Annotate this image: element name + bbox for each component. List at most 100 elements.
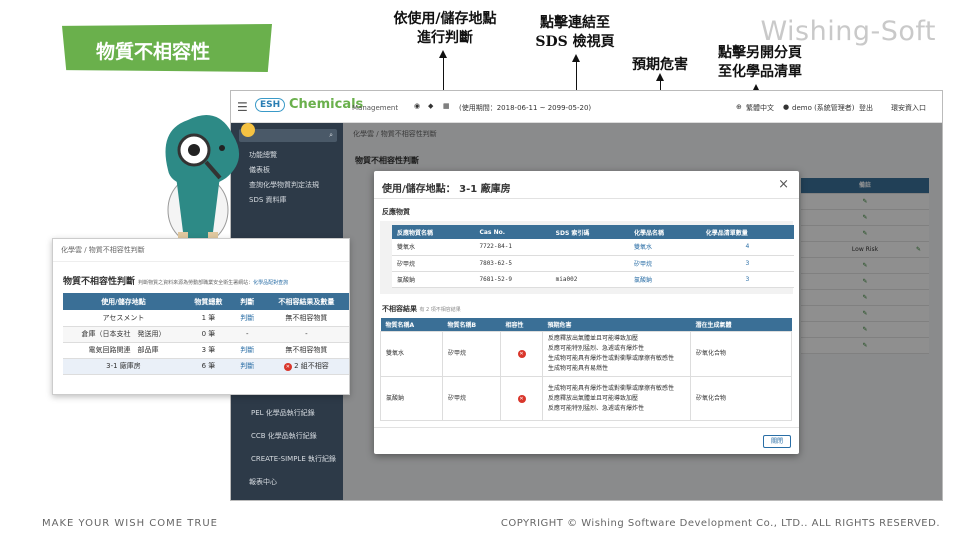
incompatible-icon: ✕ — [517, 394, 526, 403]
reactant-name: 雙氧水 — [392, 239, 475, 256]
logout-link[interactable]: 登出 — [859, 103, 873, 113]
bell-icon[interactable]: ◆ — [428, 102, 433, 110]
substance-a: 氯酸鈉 — [380, 376, 443, 421]
column-header: 使用/儲存地點 — [63, 293, 184, 310]
portal-link[interactable]: 環安資入口 — [891, 103, 926, 113]
inset-breadcrumb: 化學雲 / 物質不相容性判斷 — [53, 239, 349, 262]
potential-gas: 矽氧化合物 — [690, 331, 792, 377]
inset-table: 使用/儲存地點 物質總數 判斷 不相容結果及數量 アセスメント 1 筆 判斷 無… — [63, 293, 349, 375]
location-icon[interactable]: ◉ — [414, 102, 420, 110]
table-row: 雙氧水 7722-84-1 雙氧水 4 — [392, 239, 794, 256]
result-text: 無不相容物質 — [261, 310, 349, 327]
table-row: 雙氧水 矽甲烷 ✕ 反應釋放出氣體並且可能導致加壓 反應可能特別猛烈、急遽或有爆… — [380, 331, 792, 377]
globe-icon[interactable]: ⊕ — [736, 103, 742, 111]
location-name: アセスメント — [63, 310, 184, 327]
column-header: 化學品清單數量 — [700, 225, 794, 239]
sidebar-item[interactable]: CCB 化學品執行紀錄 — [231, 429, 343, 444]
close-button[interactable]: 關閉 — [763, 435, 791, 448]
table-row: 3-1 廠庫房 6 筆 判斷 ✕ 2 組不相容 — [63, 358, 349, 375]
period-text: (使用期間：2018-06-11 ~ 2099-05-20) — [459, 104, 592, 112]
arrow-head — [656, 73, 664, 81]
judge-link[interactable]: 判斷 — [232, 358, 262, 375]
column-header: 反應物質名稱 — [392, 225, 475, 239]
substance-b: 矽甲烷 — [442, 331, 501, 377]
result-text: 2 組不相容 — [294, 362, 329, 370]
sidebar-item[interactable]: PEL 化學品執行紀錄 — [231, 406, 343, 421]
incompatible-icon: ✕ — [517, 350, 526, 358]
judge-link[interactable]: 判斷 — [232, 342, 262, 359]
reactant-name: 矽甲烷 — [392, 255, 475, 272]
column-header: 化學品名稱 — [629, 225, 701, 239]
arrow-head — [439, 50, 447, 58]
reactant-table: 反應物質名稱 Cas No. SDS 索引碼 化學品名稱 化學品清單數量 雙氧水… — [392, 225, 794, 288]
source-link[interactable]: 化學品配對查詢 — [253, 280, 288, 286]
incompat-count-note: 有 2 項不相容結果 — [419, 306, 461, 313]
judge-cell: - — [232, 326, 262, 343]
location-name: 電気回路関連 部品庫 — [63, 342, 184, 359]
sds-link[interactable]: 矽甲烷 — [629, 255, 701, 272]
sidebar-item[interactable]: CREATE-SIMPLE 執行紀錄 — [231, 452, 343, 467]
substance-count: 1 筆 — [183, 310, 233, 327]
reactant-section-title: 反應物質 — [382, 208, 410, 216]
table-row: 氯酸鈉 矽甲烷 ✕ 生成物可能具有爆炸性或對衝擊或摩擦有敏感性 反應釋放出氣體並… — [380, 376, 792, 421]
user-icon: ● — [783, 103, 790, 111]
arrow-head — [572, 54, 580, 62]
table-row: 倉庫（日本支社 発送用） 0 筆 - - — [63, 326, 349, 343]
calendar-icon[interactable]: ▦ — [443, 102, 450, 110]
location-name: 倉庫（日本支社 発送用） — [63, 326, 184, 343]
footer-tagline: MAKE YOUR WISH COME TRUE — [42, 518, 218, 529]
cas-number: 7681-52-9 — [474, 271, 551, 288]
expected-hazard: 反應釋放出氣體並且可能導致加壓 反應可能特別猛烈、急遽或有爆炸性 生成物可能具有… — [542, 331, 691, 377]
footer-copyright: COPYRIGHT © Wishing Software Development… — [500, 518, 940, 529]
slide-title: 物質不相容性 — [62, 24, 272, 72]
substance-a: 雙氧水 — [380, 331, 443, 377]
location-modal: 使用/儲存地點： 3-1 廠庫房 × 反應物質 反應物質名稱 Cas No. S… — [374, 171, 799, 454]
table-row: 氯酸鈉 7681-52-9 mia002 氯酸鈉 3 — [392, 271, 794, 288]
result-text: 無不相容物質 — [261, 342, 349, 359]
substance-b: 矽甲烷 — [442, 376, 501, 421]
expected-hazard: 生成物可能具有爆炸性或對衝擊或摩擦有敏感性 反應釋放出氣體並且可能導致加壓 反應… — [542, 376, 691, 421]
search-icon[interactable]: ⌕ — [329, 131, 333, 140]
language-select[interactable]: 繁體中文 — [746, 103, 774, 113]
chemical-list-link[interactable]: 4 — [700, 239, 794, 256]
substance-count: 6 筆 — [183, 358, 233, 375]
sds-link[interactable]: 氯酸鈉 — [629, 271, 701, 288]
column-header: 潛在生成氣體 — [690, 317, 792, 332]
judge-link[interactable]: 判斷 — [232, 310, 262, 327]
column-header: 物質總數 — [183, 293, 233, 310]
sds-index — [550, 255, 630, 272]
column-header: SDS 索引碼 — [550, 225, 630, 239]
chemical-list-link[interactable]: 3 — [700, 271, 794, 288]
top-bar: ☰ ESH Chemicals Management ◉ ◆ ▦ (使用期間：2… — [231, 91, 942, 123]
modal-divider — [374, 427, 799, 428]
table-row: アセスメント 1 筆 判斷 無不相容物質 — [63, 310, 349, 327]
column-header: 物質名稱A — [380, 317, 443, 332]
cas-number: 7803-62-5 — [474, 255, 551, 272]
chemical-list-link[interactable]: 3 — [700, 255, 794, 272]
inset-source: 判斷物質之資料來源為勞動部職業安全衛生署網站：化學品配對查詢 — [138, 280, 289, 286]
potential-gas: 矽氧化合物 — [690, 376, 792, 421]
reactant-name: 氯酸鈉 — [392, 271, 475, 288]
location-name: 3-1 廠庫房 — [63, 358, 184, 375]
incompat-section-title: 不相容結果 有 2 項不相容結果 — [382, 304, 461, 313]
column-header: Cas No. — [474, 225, 551, 239]
result-text: - — [261, 326, 349, 343]
callout-sds: 點擊連結至 SDS 檢視頁 — [535, 15, 615, 50]
result-cell[interactable]: ✕ 2 組不相容 — [261, 358, 349, 375]
column-header: 判斷 — [232, 293, 262, 310]
sds-index: mia002 — [550, 271, 630, 288]
sidebar-item[interactable]: 報表中心 — [231, 475, 343, 490]
sds-link[interactable]: 雙氧水 — [629, 239, 701, 256]
column-header: 物質名稱B — [442, 317, 501, 332]
substance-count: 0 筆 — [183, 326, 233, 343]
zoom-inset: 化學雲 / 物質不相容性判斷 物質不相容性判斷 判斷物質之資料來源為勞動部職業安… — [52, 238, 350, 395]
inset-heading: 物質不相容性判斷 判斷物質之資料來源為勞動部職業安全衛生署網站：化學品配對查詢 — [63, 277, 289, 287]
incompat-table: 物質名稱A 物質名稱B 相容性 預期危害 潛在生成氣體 雙氧水 矽甲烷 ✕ 反應… — [380, 317, 792, 421]
close-icon[interactable]: × — [778, 177, 789, 192]
modal-header: 使用/儲存地點： 3-1 廠庫房 × — [374, 171, 799, 199]
user-menu[interactable]: demo (系統管理者) — [792, 103, 855, 113]
incompatible-icon: ✕ — [283, 363, 292, 371]
table-row: 矽甲烷 7803-62-5 矽甲烷 3 — [392, 255, 794, 272]
callout-location: 依使用/儲存地點 進行判斷 — [393, 11, 497, 46]
brand-badge: ESH — [255, 98, 286, 112]
